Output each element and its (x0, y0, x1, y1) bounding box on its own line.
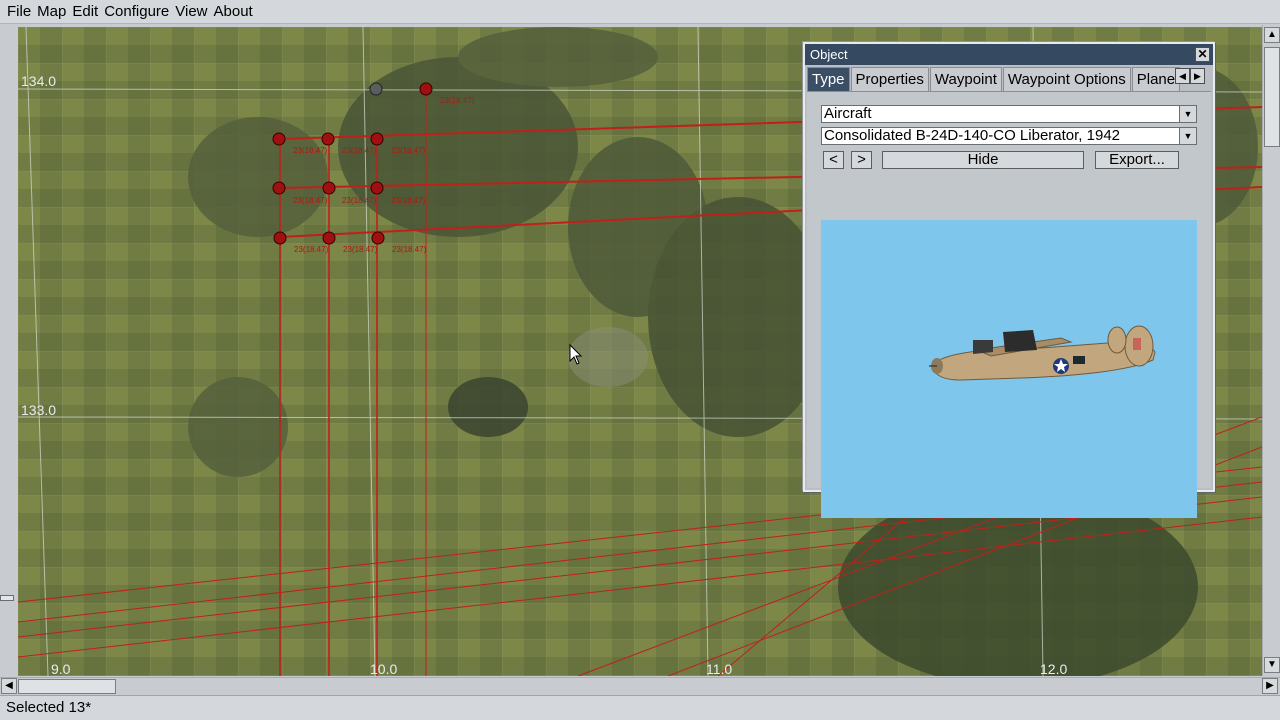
aircraft-preview (821, 220, 1197, 518)
scroll-down-button[interactable]: ▼ (1264, 657, 1280, 673)
previous-button[interactable]: < (823, 151, 844, 169)
left-ruler (0, 25, 18, 676)
chevron-down-icon[interactable]: ▼ (1179, 128, 1196, 144)
y-coordinate-label: 134.0 (21, 73, 56, 89)
map-editor-window: File Map Edit Configure View About 23(18… (0, 0, 1280, 720)
status-bar: Selected 13* (0, 695, 1280, 720)
waypoint-marker[interactable] (272, 181, 286, 195)
waypoint-marker[interactable] (321, 132, 335, 146)
dialog-tabs: Type Properties Waypoint Waypoint Option… (807, 67, 1211, 91)
menu-view[interactable]: View (172, 0, 210, 24)
waypoint-marker[interactable] (419, 82, 433, 96)
waypoint-marker[interactable] (371, 231, 385, 245)
waypoint-label: 23(18.47) (391, 196, 426, 205)
left-splitter-handle[interactable] (0, 595, 14, 601)
model-select[interactable]: Consolidated B-24D-140-CO Liberator, 194… (821, 127, 1197, 145)
waypoint-label: 23(18.47) (342, 196, 377, 205)
menu-bar: File Map Edit Configure View About (0, 0, 1280, 24)
waypoint-marker[interactable] (322, 231, 336, 245)
category-select[interactable]: Aircraft ▼ (821, 105, 1197, 123)
waypoint-marker[interactable] (370, 132, 384, 146)
object-dialog: Object ✕ Type Properties Waypoint Waypoi… (803, 42, 1215, 518)
tab-scroll-arrows: ◀ ▶ (1175, 68, 1205, 84)
waypoint-label: 23(18.47) (343, 245, 378, 254)
scroll-right-button[interactable]: ▶ (1262, 678, 1278, 694)
export-button[interactable]: Export... (1095, 151, 1179, 169)
horizontal-scroll-thumb[interactable] (18, 679, 116, 694)
scroll-up-button[interactable]: ▲ (1264, 27, 1280, 43)
menu-edit[interactable]: Edit (69, 0, 101, 24)
chevron-down-icon[interactable]: ▼ (1179, 106, 1196, 122)
waypoint-label: 23(18.47) (294, 245, 329, 254)
waypoint-label: 23(18.47) (342, 146, 377, 155)
waypoint-label: 23(18.47) (392, 245, 427, 254)
waypoint-label: 23(18.47) (440, 96, 475, 105)
category-select-value: Aircraft (824, 105, 872, 122)
aircraft-icon (929, 325, 1156, 381)
tab-plane[interactable]: Plane (1131, 67, 1181, 91)
menu-configure[interactable]: Configure (101, 0, 172, 24)
y-coordinate-label: 133.0 (21, 402, 56, 418)
vertical-scroll-thumb[interactable] (1264, 47, 1280, 147)
vertical-scrollbar[interactable]: ▲ ▼ (1262, 25, 1280, 676)
next-button[interactable]: > (851, 151, 872, 169)
x-coordinate-label: 9.0 (51, 661, 71, 676)
dialog-title: Object (810, 47, 848, 62)
waypoint-marker[interactable] (322, 181, 336, 195)
tab-waypoint-options[interactable]: Waypoint Options (1002, 67, 1131, 91)
scroll-left-button[interactable]: ◀ (1, 678, 17, 694)
waypoint-marker[interactable] (273, 231, 287, 245)
close-icon[interactable]: ✕ (1195, 47, 1210, 62)
x-coordinate-label: 10.0 (370, 661, 397, 676)
menu-map[interactable]: Map (34, 0, 69, 24)
menu-about[interactable]: About (211, 0, 256, 24)
model-select-value: Consolidated B-24D-140-CO Liberator, 194… (824, 127, 1121, 144)
type-tab-panel: Aircraft ▼ Consolidated B-24D-140-CO Lib… (807, 91, 1211, 518)
waypoint-marker-selected[interactable] (369, 82, 383, 96)
tab-scroll-right-icon[interactable]: ▶ (1190, 68, 1205, 84)
tab-waypoint[interactable]: Waypoint (929, 67, 1002, 91)
waypoint-marker[interactable] (272, 132, 286, 146)
dialog-title-bar[interactable]: Object ✕ (805, 44, 1213, 65)
waypoint-label: 23(18.47) (293, 146, 328, 155)
horizontal-scrollbar[interactable]: ◀ ▶ (0, 677, 1280, 694)
waypoint-label: 23(18.47) (293, 196, 328, 205)
tab-type[interactable]: Type (807, 67, 850, 91)
waypoint-label: 23(18.47) (391, 146, 426, 155)
x-coordinate-label: 12.0 (1040, 661, 1067, 676)
x-coordinate-label: 11.0 (706, 661, 732, 676)
tab-scroll-left-icon[interactable]: ◀ (1175, 68, 1190, 84)
tab-properties[interactable]: Properties (850, 67, 929, 91)
waypoint-marker[interactable] (370, 181, 384, 195)
menu-file[interactable]: File (4, 0, 34, 24)
hide-button[interactable]: Hide (882, 151, 1084, 169)
